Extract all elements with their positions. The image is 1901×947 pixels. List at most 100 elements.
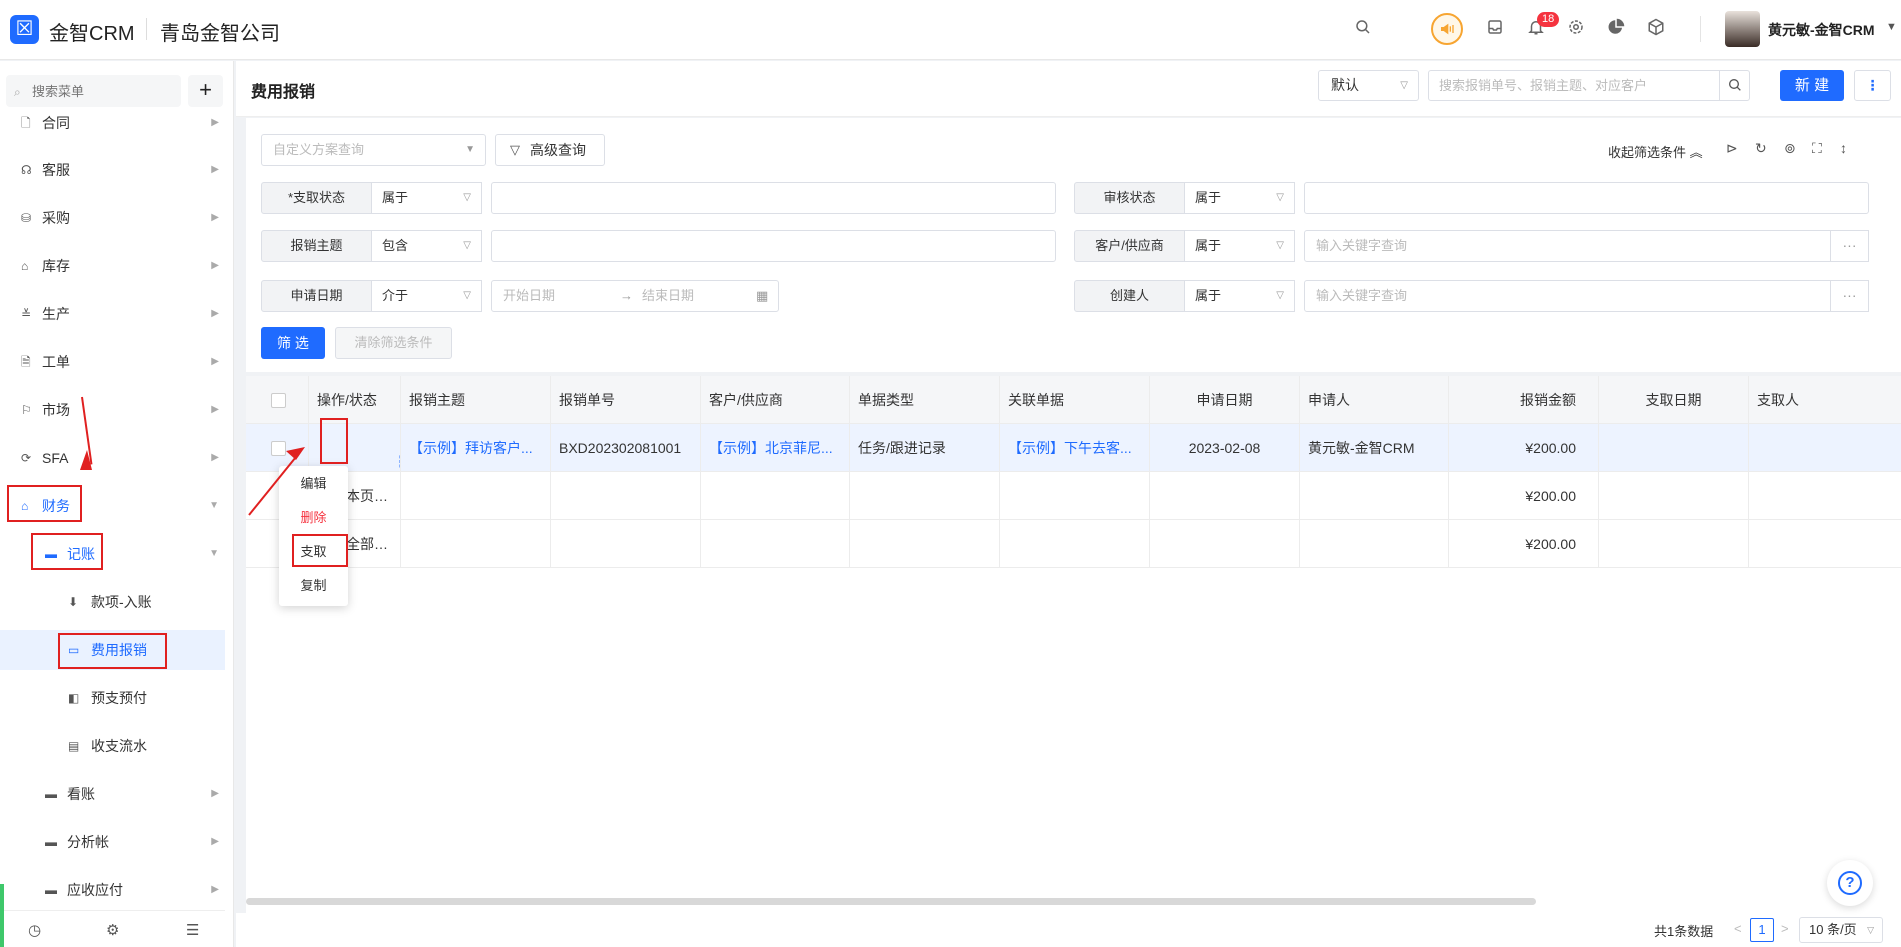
announcement-icon[interactable] bbox=[1431, 13, 1463, 45]
filter-button[interactable]: 筛 选 bbox=[261, 327, 325, 359]
calendar-icon[interactable]: ▦ bbox=[756, 281, 768, 311]
sidebar-item-service[interactable]: ☊ 客服 ▶ bbox=[0, 150, 225, 190]
customer-picker-button[interactable]: ··· bbox=[1831, 230, 1869, 262]
refresh-icon[interactable]: ↻ bbox=[1755, 140, 1767, 157]
filter-op-audit-status[interactable]: 属于 ▽ bbox=[1184, 182, 1295, 214]
current-page-button[interactable]: 1 bbox=[1750, 918, 1774, 942]
gear-icon[interactable] bbox=[1565, 18, 1587, 40]
inbox-icon[interactable] bbox=[1484, 18, 1506, 40]
column-header[interactable]: 报销单号 bbox=[551, 376, 701, 424]
column-header[interactable]: 报销主题 bbox=[401, 376, 551, 424]
page-size-select[interactable]: 10 条/页 ▽ bbox=[1799, 917, 1883, 943]
sidebar-item-sfa[interactable]: ⟳ SFA ▶ bbox=[0, 438, 225, 478]
settings-icon[interactable]: ⊚ bbox=[1784, 140, 1796, 157]
advanced-query-button[interactable]: ▽ 高级查询 bbox=[495, 134, 605, 166]
flag-icon: ⚐ bbox=[21, 403, 32, 417]
end-date-input[interactable]: 结束日期 bbox=[642, 281, 694, 311]
column-header[interactable]: 支取日期 bbox=[1599, 376, 1749, 424]
filter-op-subject[interactable]: 包含 ▽ bbox=[371, 230, 482, 262]
search-button[interactable] bbox=[1719, 70, 1750, 101]
help-button[interactable]: ? bbox=[1827, 860, 1873, 906]
brand-name[interactable]: 金智CRM bbox=[49, 17, 135, 46]
prev-page-icon[interactable]: < bbox=[1734, 921, 1742, 936]
sidebar-item-inventory[interactable]: ⌂ 库存 ▶ bbox=[0, 246, 225, 286]
sidebar-item-cash-flow[interactable]: ▤ 收支流水 bbox=[0, 726, 225, 766]
delete-menu-item[interactable]: 删除 bbox=[279, 501, 348, 535]
row-more-icon[interactable]: ⋮ bbox=[393, 439, 400, 472]
table-row[interactable]: ⋮ 审 【示例】拜访客户... BXD202302081001 【示例】北京菲尼… bbox=[246, 424, 1901, 472]
column-header[interactable]: 申请人 bbox=[1300, 376, 1449, 424]
filter-settings-icon[interactable]: ⚙ bbox=[106, 921, 119, 939]
subject-link[interactable]: 【示例】拜访客户... bbox=[401, 424, 551, 472]
filter-op-customer[interactable]: 属于 ▽ bbox=[1184, 230, 1295, 262]
reimbursement-search-input[interactable]: 搜索报销单号、报销主题、对应客户 bbox=[1428, 70, 1720, 101]
sort-icon[interactable]: ↕ bbox=[1840, 140, 1847, 156]
brand-logo-icon[interactable]: ☒ bbox=[10, 15, 39, 44]
column-header[interactable]: 客户/供应商 bbox=[701, 376, 850, 424]
column-header[interactable]: 单据类型 bbox=[850, 376, 1000, 424]
page-total-amount: ¥200.00 bbox=[1449, 472, 1599, 520]
cube-icon[interactable] bbox=[1645, 18, 1667, 40]
column-header[interactable]: 申请日期 bbox=[1150, 376, 1300, 424]
collapse-filters-link[interactable]: 收起筛选条件 ︽ bbox=[1608, 142, 1703, 161]
row-checkbox[interactable] bbox=[271, 441, 286, 456]
filter-input-subject[interactable] bbox=[491, 230, 1056, 262]
history-icon[interactable]: ◷ bbox=[28, 921, 41, 939]
column-header[interactable]: 支取人 bbox=[1749, 376, 1901, 424]
creator-picker-button[interactable]: ··· bbox=[1831, 280, 1869, 312]
filter-input-audit-status[interactable] bbox=[1304, 182, 1869, 214]
customer-link[interactable]: 【示例】北京菲尼... bbox=[701, 424, 850, 472]
sidebar-item-workorder[interactable]: 🗎 工单 ▶ bbox=[0, 342, 225, 382]
custom-scheme-select[interactable]: 自定义方案查询 ▼ bbox=[261, 134, 486, 166]
sidebar-item-view-accounts[interactable]: ▬ 看账 ▶ bbox=[0, 774, 225, 814]
filter-op-creator[interactable]: 属于 ▽ bbox=[1184, 280, 1295, 312]
select-all-checkbox[interactable] bbox=[271, 393, 286, 408]
brand-divider bbox=[146, 18, 147, 40]
column-header[interactable]: 操作/状态 bbox=[309, 376, 401, 424]
sidebar-item-market[interactable]: ⚐ 市场 ▶ bbox=[0, 390, 225, 430]
next-page-icon[interactable]: > bbox=[1781, 921, 1789, 936]
column-header[interactable]: 报销金额 bbox=[1449, 376, 1599, 424]
sidebar-item-receivables-payables[interactable]: ▬ 应收应付 ▶ bbox=[0, 870, 225, 910]
filter-input-customer[interactable]: 输入关键字查询 bbox=[1304, 230, 1831, 262]
filter-label-customer: 客户/供应商 bbox=[1074, 230, 1185, 262]
sidebar-item-purchase[interactable]: ⛁ 采购 ▶ bbox=[0, 198, 225, 238]
clear-filters-button[interactable]: 清除筛选条件 bbox=[335, 327, 452, 359]
username[interactable]: 黄元敏-金智CRM bbox=[1768, 20, 1875, 40]
play-icon[interactable]: ⊳ bbox=[1726, 140, 1738, 157]
new-button[interactable]: 新 建 bbox=[1780, 70, 1844, 101]
empty-cell bbox=[401, 520, 551, 568]
annotation-box-finance bbox=[7, 485, 82, 522]
search-icon[interactable] bbox=[1352, 18, 1374, 40]
download-icon: ⬇ bbox=[68, 595, 79, 609]
sidebar-item-production[interactable]: ≚ 生产 ▶ bbox=[0, 294, 225, 334]
apply-date-range[interactable]: 开始日期 → 结束日期 ▦ bbox=[491, 280, 779, 312]
filter-input-withdraw-status[interactable] bbox=[491, 182, 1056, 214]
chevron-down-icon: ▽ bbox=[1276, 290, 1284, 301]
more-options-button[interactable]: ⋮ bbox=[1854, 70, 1891, 101]
sidebar-item-analysis-accounts[interactable]: ▬ 分析帐 ▶ bbox=[0, 822, 225, 862]
sidebar-item-advance-payment[interactable]: ◧ 预支预付 bbox=[0, 678, 225, 718]
pie-chart-icon[interactable] bbox=[1605, 18, 1627, 40]
filter-op-apply-date[interactable]: 介于 ▽ bbox=[371, 280, 482, 312]
edit-menu-item[interactable]: 编辑 bbox=[279, 467, 348, 501]
document-icon: 🗎 bbox=[21, 355, 31, 369]
sidebar-item-payment-entry[interactable]: ⬇ 款项-入账 bbox=[0, 582, 225, 622]
annotation-box-expense bbox=[58, 633, 167, 669]
start-date-input[interactable]: 开始日期 bbox=[503, 281, 555, 311]
chevron-down-icon[interactable]: ▼ bbox=[1886, 21, 1897, 33]
filter-op-withdraw-status[interactable]: 属于 ▽ bbox=[371, 182, 482, 214]
company-name[interactable]: 青岛金智公司 bbox=[160, 17, 280, 46]
horizontal-scrollbar[interactable] bbox=[246, 898, 1536, 905]
view-select[interactable]: 默认 ▽ bbox=[1318, 70, 1419, 101]
copy-menu-item[interactable]: 复制 bbox=[279, 569, 348, 603]
collapse-menu-icon[interactable]: ☰ bbox=[186, 921, 199, 939]
related-link[interactable]: 【示例】下午去客... bbox=[1000, 424, 1150, 472]
amount-cell: ¥200.00 bbox=[1449, 424, 1599, 472]
sidebar-item-contract[interactable]: 🗋 合同 ▶ bbox=[0, 103, 225, 143]
avatar[interactable] bbox=[1725, 11, 1760, 47]
fullscreen-icon[interactable]: ⛶ bbox=[1812, 140, 1822, 157]
column-header[interactable]: 关联单据 bbox=[1000, 376, 1150, 424]
filter-input-creator[interactable]: 输入关键字查询 bbox=[1304, 280, 1831, 312]
chevron-down-icon: ▽ bbox=[1276, 192, 1284, 203]
